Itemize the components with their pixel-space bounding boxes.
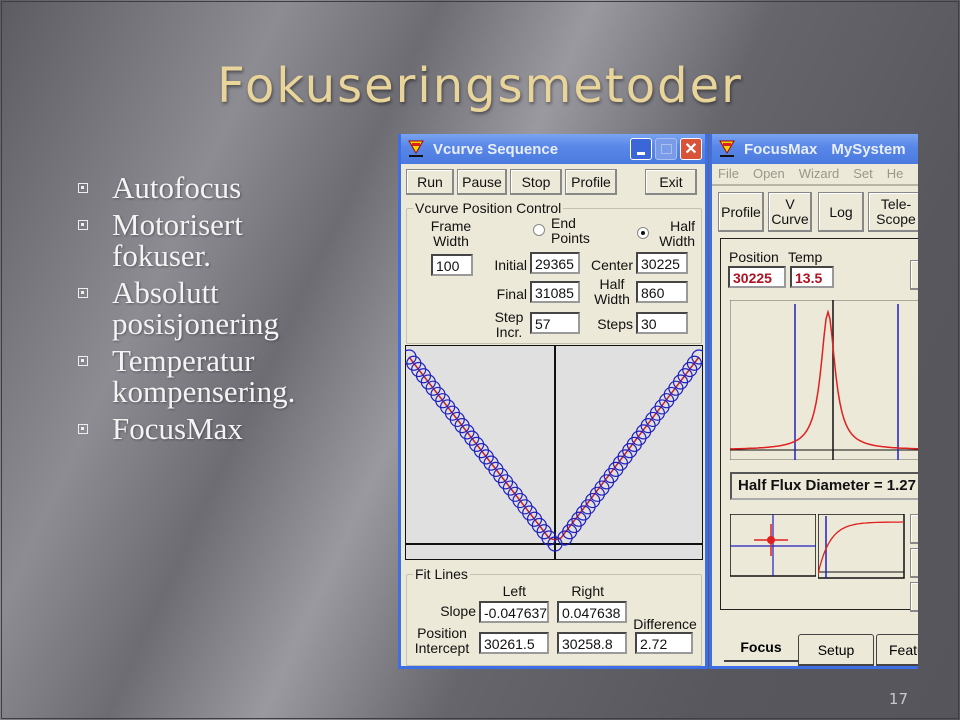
menu-set[interactable]: Set xyxy=(853,164,873,184)
menu-wizard[interactable]: Wizard xyxy=(799,164,839,184)
center-label: Center xyxy=(590,257,633,273)
vcurve-sequence-window: Vcurve Sequence ✕ Run Pause Stop Profile… xyxy=(398,134,708,669)
square-bullet-icon xyxy=(78,424,88,434)
star-position-plot xyxy=(730,514,816,577)
right-header: Right xyxy=(571,583,604,599)
final-input[interactable]: 31085 xyxy=(530,281,580,303)
bullet-text: FocusMax xyxy=(112,411,243,446)
bullet-text: Temperatur kompensering. xyxy=(112,343,296,409)
vcurve-plot xyxy=(405,345,703,560)
side-button-4[interactable] xyxy=(910,582,918,612)
bullet-item: Autofocus xyxy=(78,168,378,203)
square-bullet-icon xyxy=(78,356,88,366)
frame-width-input[interactable]: 100 xyxy=(431,254,473,276)
square-bullet-icon xyxy=(78,220,88,230)
bullet-item: FocusMax xyxy=(78,409,378,444)
bullet-text: Autofocus xyxy=(112,170,242,205)
tab-features[interactable]: Featu xyxy=(876,634,918,666)
position-intercept-label: Position Intercept xyxy=(414,625,470,656)
intercept-left-input[interactable]: 30261.5 xyxy=(479,632,549,654)
minimize-button[interactable] xyxy=(630,138,652,160)
run-button[interactable]: Run xyxy=(406,169,454,195)
star-dot xyxy=(767,536,775,544)
menu-open[interactable]: Open xyxy=(753,164,785,184)
center-input[interactable]: 30225 xyxy=(636,252,688,274)
toolbar-vcurve-button[interactable]: V Curve xyxy=(768,192,812,232)
initial-label: Initial xyxy=(494,257,527,273)
window-title: Vcurve Sequence xyxy=(433,140,559,158)
group-title: Vcurve Position Control xyxy=(413,200,564,216)
hfd-display: Half Flux Diameter = 1.27 xyxy=(730,472,918,500)
position-label: Position xyxy=(729,249,779,265)
half-width-input[interactable]: 860 xyxy=(636,281,688,303)
side-button-2[interactable] xyxy=(910,514,918,544)
half-width-label: Half Width xyxy=(594,276,630,307)
side-button[interactable]: F xyxy=(910,260,918,290)
bullet-item: Temperatur kompensering. xyxy=(78,341,378,407)
hfd-text: Half Flux Diameter = 1.27 xyxy=(738,477,916,494)
difference-label: Difference xyxy=(633,616,697,632)
exit-button[interactable]: Exit xyxy=(645,169,697,195)
temp-label: Temp xyxy=(788,249,823,265)
step-incr-input[interactable]: 57 xyxy=(530,312,580,334)
frame-width-label: Frame Width xyxy=(430,218,472,249)
difference-input[interactable]: 2.72 xyxy=(635,632,693,654)
final-label: Final xyxy=(496,286,527,302)
window-title: FocusMax xyxy=(744,140,818,158)
menu-bar: File Open Wizard Set He xyxy=(712,164,918,186)
slide-title: Fokuseringsmetoder xyxy=(217,58,743,114)
initial-input[interactable]: 29365 xyxy=(530,252,580,274)
bullet-item: Motorisert fokuser. xyxy=(78,205,378,271)
flux-curve-plot xyxy=(818,514,905,579)
steps-input[interactable]: 30 xyxy=(636,312,688,334)
end-points-label: End Points xyxy=(551,215,590,246)
tab-setup[interactable]: Setup xyxy=(798,634,874,666)
intercept-right-input[interactable]: 30258.8 xyxy=(557,632,627,654)
bullet-item: Absolutt posisjonering xyxy=(78,273,378,339)
toolbar-telescope-button[interactable]: Tele-Scope xyxy=(868,192,918,232)
focusmax-app-icon xyxy=(718,139,736,159)
steps-label: Steps xyxy=(597,316,633,332)
plot-background xyxy=(730,300,918,460)
pause-button[interactable]: Pause xyxy=(457,169,507,195)
vcurve-titlebar[interactable]: Vcurve Sequence ✕ xyxy=(401,134,705,164)
menu-help[interactable]: He xyxy=(887,164,904,184)
profile-button[interactable]: Profile xyxy=(565,169,617,195)
end-points-radio[interactable] xyxy=(533,224,545,236)
slope-left-input[interactable]: -0.047637 xyxy=(479,601,549,623)
square-bullet-icon xyxy=(78,183,88,193)
half-width-mode-label: Half Width xyxy=(659,218,695,249)
square-bullet-icon xyxy=(78,288,88,298)
step-incr-label: Step Incr. xyxy=(494,309,524,340)
system-name: MySystem xyxy=(831,140,906,158)
menu-file[interactable]: File xyxy=(718,164,739,184)
bullet-list: Autofocus Motorisert fokuser. Absolutt p… xyxy=(78,168,378,446)
focusmax-app-icon xyxy=(407,139,425,159)
position-value: 30225 xyxy=(728,266,786,288)
side-button-3[interactable] xyxy=(910,548,918,578)
bullet-text: Absolutt posisjonering xyxy=(112,275,280,341)
toolbar-log-button[interactable]: Log xyxy=(818,192,864,232)
left-header: Left xyxy=(502,583,526,599)
slope-right-input[interactable]: 0.047638 xyxy=(557,601,627,623)
maximize-button[interactable] xyxy=(655,138,677,160)
tab-focus[interactable]: Focus xyxy=(724,634,798,662)
focusmax-titlebar[interactable]: FocusMax MySystem xyxy=(712,134,918,164)
temp-value: 13.5 xyxy=(790,266,834,288)
toolbar-profile-button[interactable]: Profile xyxy=(718,192,764,232)
focusmax-window: FocusMax MySystem File Open Wizard Set H… xyxy=(709,134,918,669)
page-number: 17 xyxy=(888,690,908,708)
slope-label: Slope xyxy=(440,603,476,619)
star-profile-plot xyxy=(730,300,918,460)
close-button[interactable]: ✕ xyxy=(680,138,702,160)
half-width-radio[interactable] xyxy=(637,227,649,239)
group-title: Fit Lines xyxy=(413,566,470,582)
bullet-text: Motorisert fokuser. xyxy=(112,207,243,273)
stop-button[interactable]: Stop xyxy=(510,169,562,195)
